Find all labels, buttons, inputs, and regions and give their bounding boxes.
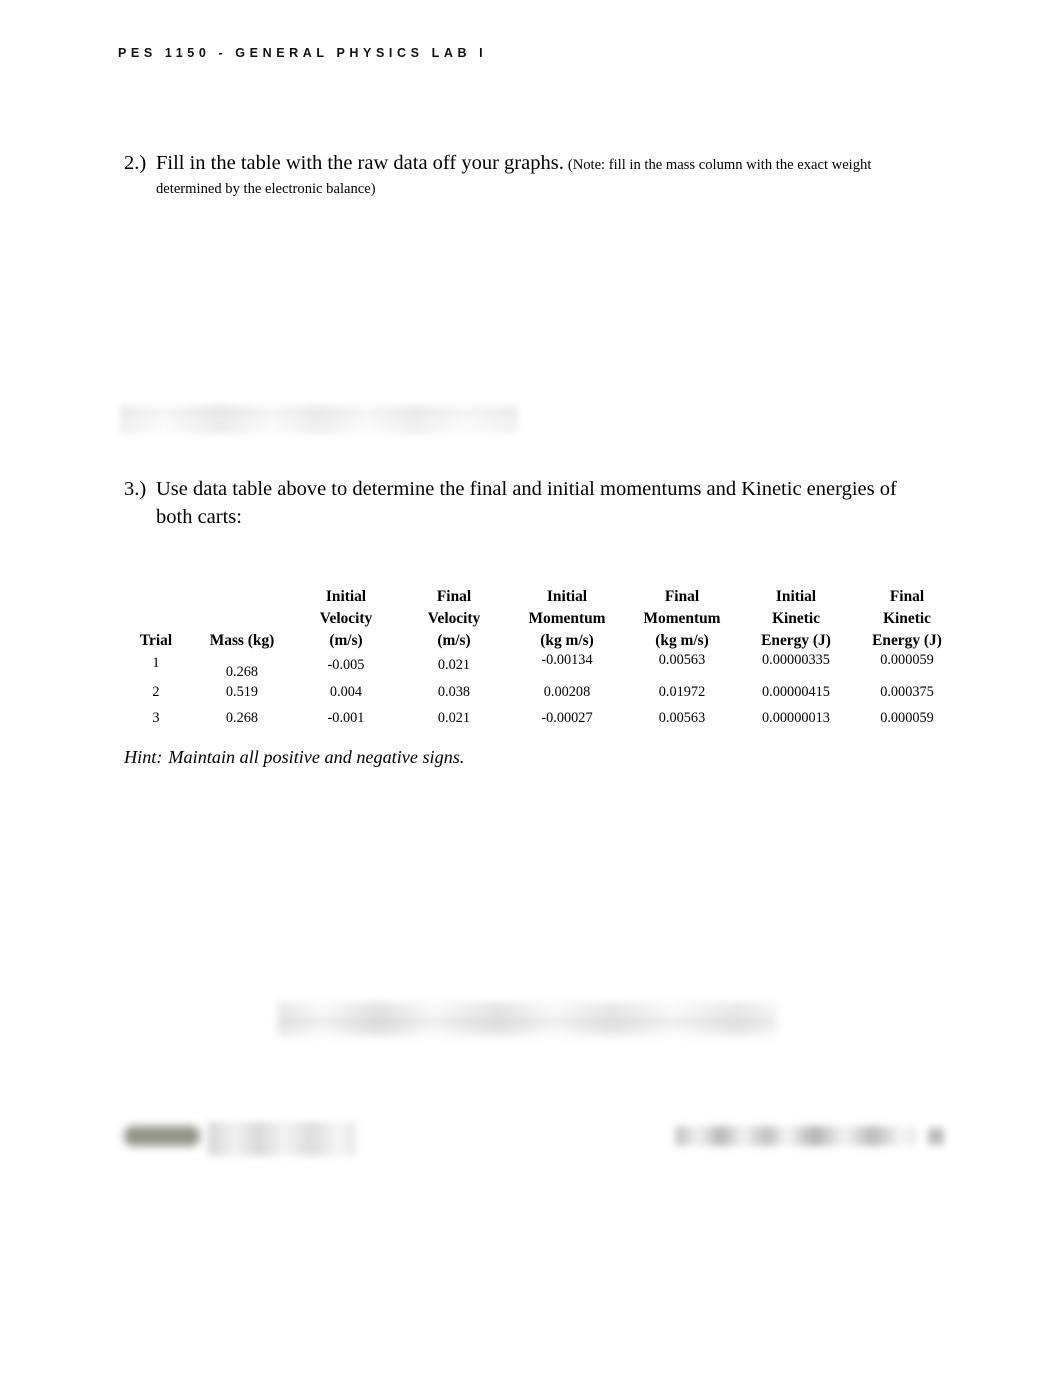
footer-left-text-redacted — [208, 1122, 356, 1156]
question-2-main-text: Fill in the table with the raw data off … — [156, 152, 564, 174]
cell-final-momentum: 0.01972 — [658, 684, 706, 701]
column-header-final-momentum: Final Momentum (kg m/s) — [643, 588, 721, 649]
cell-final-momentum: 0.00563 — [658, 710, 706, 727]
question-2-number: 2.) — [124, 152, 147, 174]
cell-final-kinetic-energy: 0.000059 — [880, 652, 934, 669]
question-3-first-line: 3.) Use data table above to determine the… — [124, 476, 954, 503]
cell-initial-velocity: 0.004 — [329, 684, 363, 701]
hint-line: Hint: Maintain all positive and negative … — [124, 747, 464, 768]
cell-initial-kinetic-energy: 0.00000013 — [762, 710, 830, 727]
hint-label: Hint: — [124, 747, 163, 767]
question-3-number: 3.) — [124, 478, 147, 500]
cell-initial-velocity: -0.001 — [327, 710, 365, 727]
cell-final-momentum: 0.00563 — [658, 652, 706, 669]
cell-initial-kinetic-energy: 0.00000415 — [762, 684, 830, 701]
column-header-trial: Trial — [139, 631, 173, 649]
table-header-row: Trial Mass (kg) Initial Velocity (m/s) F… — [120, 586, 960, 652]
question-2-continuation: determined by the electronic balance) — [156, 180, 376, 197]
cell-mass: 0.268 — [225, 710, 259, 727]
results-data-table: Trial Mass (kg) Initial Velocity (m/s) F… — [120, 586, 960, 732]
cell-final-kinetic-energy: 0.000059 — [880, 710, 934, 727]
cell-mass: 0.268 — [225, 664, 259, 681]
running-header-title: PES 1150 - GENERAL PHYSICS LAB I — [118, 46, 488, 60]
column-header-final-velocity: Final Velocity (m/s) — [427, 588, 481, 649]
question-2-note: (Note: fill in the mass column with the … — [567, 157, 872, 173]
cell-final-velocity: 0.021 — [437, 710, 471, 727]
table-row: 3 0.268 -0.001 0.021 -0.00027 0.00563 0.… — [120, 706, 960, 732]
cell-initial-kinetic-energy: 0.00000335 — [762, 652, 830, 669]
cell-trial: 2 — [152, 684, 160, 701]
cell-final-kinetic-energy: 0.000375 — [880, 684, 934, 701]
footer-right-text-redacted — [676, 1126, 916, 1146]
question-2-first-line: 2.) Fill in the table with the raw data o… — [124, 150, 954, 177]
question-3-main-text: Use data table above to determine the fi… — [156, 478, 897, 500]
cell-initial-momentum: -0.00134 — [541, 652, 593, 669]
cell-final-velocity: 0.021 — [437, 657, 471, 674]
column-header-mass: Mass (kg) — [209, 631, 275, 649]
table-row: 1 0.268 -0.005 0.021 -0.00134 0.00563 0.… — [120, 652, 960, 680]
hint-text: Maintain all positive and negative signs… — [168, 747, 465, 767]
cell-final-velocity: 0.038 — [437, 684, 471, 701]
footer-logo-redacted — [124, 1126, 200, 1146]
cell-trial: 1 — [152, 655, 160, 672]
cell-initial-velocity: -0.005 — [327, 657, 365, 674]
question-3: 3.) Use data table above to determine the… — [124, 476, 954, 529]
question-2: 2.) Fill in the table with the raw data o… — [124, 150, 954, 198]
cell-trial: 3 — [152, 710, 160, 727]
cell-initial-momentum: 0.00208 — [543, 684, 591, 701]
footer-page-number-redacted — [928, 1128, 944, 1145]
column-header-initial-kinetic-energy: Initial Kinetic Energy (J) — [761, 588, 831, 649]
redacted-lower-table — [278, 1002, 778, 1036]
column-header-final-kinetic-energy: Final Kinetic Energy (J) — [872, 588, 942, 649]
redacted-raw-data-table — [120, 404, 518, 434]
cell-initial-momentum: -0.00027 — [541, 710, 593, 727]
column-header-initial-velocity: Initial Velocity (m/s) — [319, 588, 373, 649]
column-header-initial-momentum: Initial Momentum (kg m/s) — [528, 588, 606, 649]
question-3-continuation: both carts: — [156, 505, 242, 528]
